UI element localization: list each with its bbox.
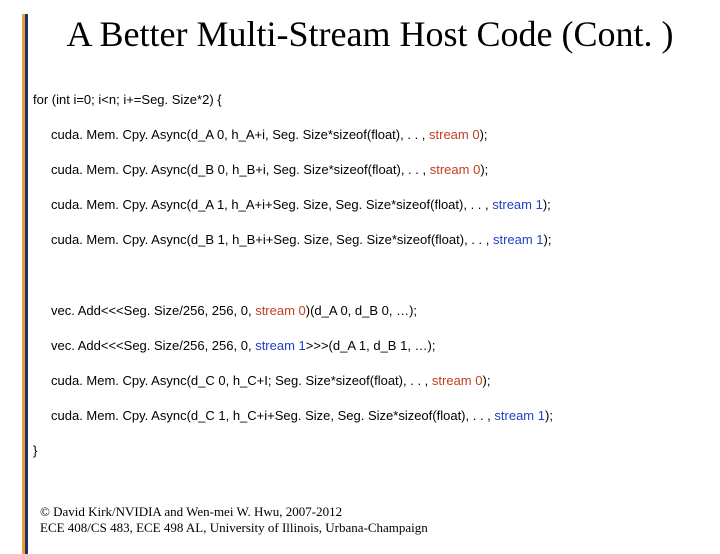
stream0-token: stream 0 — [430, 162, 481, 177]
sidebar-bar-blue — [25, 14, 28, 554]
code-line-1: cuda. Mem. Cpy. Async(d_A 0, h_A+i, Seg.… — [51, 126, 700, 144]
slide-footer: © David Kirk/NVIDIA and Wen-mei W. Hwu, … — [40, 504, 428, 537]
stream1-token: stream 1 — [494, 408, 545, 423]
code-line-8: cuda. Mem. Cpy. Async(d_C 1, h_C+i+Seg. … — [51, 407, 700, 425]
stream0-token: stream 0 — [255, 303, 306, 318]
code-line-3: cuda. Mem. Cpy. Async(d_A 1, h_A+i+Seg. … — [51, 196, 700, 214]
stream0-token: stream 0 — [432, 373, 483, 388]
code-line-2: cuda. Mem. Cpy. Async(d_B 0, h_B+i, Seg.… — [51, 161, 700, 179]
footer-line-2: ECE 408/CS 483, ECE 498 AL, University o… — [40, 520, 428, 536]
code-line-for: for (int i=0; i<n; i+=Seg. Size*2) { — [33, 91, 700, 109]
decorative-sidebar — [22, 14, 28, 554]
stream1-token: stream 1 — [493, 232, 544, 247]
stream1-token: stream 1 — [255, 338, 306, 353]
code-line-7: cuda. Mem. Cpy. Async(d_C 0, h_C+I; Seg.… — [51, 372, 700, 390]
code-block: for (int i=0; i<n; i+=Seg. Size*2) { cud… — [33, 73, 700, 477]
slide-title: A Better Multi-Stream Host Code (Cont. ) — [50, 14, 690, 55]
code-line-5: vec. Add<<<Seg. Size/256, 256, 0, stream… — [51, 302, 700, 320]
code-line-6: vec. Add<<<Seg. Size/256, 256, 0, stream… — [51, 337, 700, 355]
footer-line-1: © David Kirk/NVIDIA and Wen-mei W. Hwu, … — [40, 504, 428, 520]
code-line-4: cuda. Mem. Cpy. Async(d_B 1, h_B+i+Seg. … — [51, 231, 700, 249]
stream0-token: stream 0 — [429, 127, 480, 142]
code-line-close: } — [33, 442, 700, 460]
stream1-token: stream 1 — [492, 197, 543, 212]
